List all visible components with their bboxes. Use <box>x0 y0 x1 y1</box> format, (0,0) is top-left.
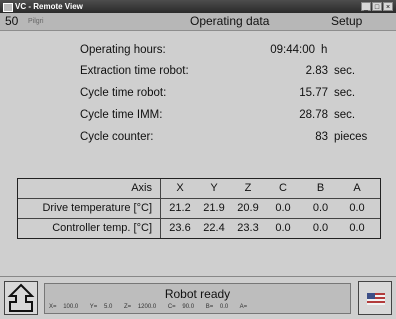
operating-hours-unit: h <box>321 44 328 56</box>
axis-header-a: A <box>353 182 361 194</box>
screen-number: 50 <box>5 14 19 28</box>
coord-z: Z= 1200.0 <box>123 304 157 310</box>
cycle-time-robot-unit: sec. <box>334 87 356 99</box>
coord-a: A= <box>239 304 248 310</box>
close-button[interactable]: × <box>383 2 393 11</box>
controller-temperature-label: Controller temp. [°C] <box>18 219 161 238</box>
window-controls: _ □ × <box>361 2 393 11</box>
axis-header-z: Z <box>244 182 252 194</box>
cycle-time-imm-value: 28.78 <box>299 109 328 121</box>
extraction-time-unit: sec. <box>334 65 356 77</box>
drive-temperature-z: 20.9 <box>237 202 259 214</box>
axis-header-x: X <box>176 182 184 194</box>
robot-status-panel: Robot ready X= 100.0 Y= 5.0 Z= 1200.0 C=… <box>44 283 351 314</box>
language-flag-icon <box>367 293 385 305</box>
operating-hours-label: Operating hours: <box>80 44 166 56</box>
screen-header: 50 Pilgri Operating data Setup <box>0 13 396 31</box>
axis-header-row: Axis X Y Z C B A <box>18 179 380 199</box>
maximize-button[interactable]: □ <box>372 2 382 11</box>
coord-b: B= 0.0 <box>205 304 229 310</box>
cycle-time-robot-label: Cycle time robot: <box>80 87 167 99</box>
app-icon <box>3 3 13 12</box>
home-button[interactable] <box>4 281 38 315</box>
operating-hours-row: Operating hours: 09:44:00 h <box>80 42 380 58</box>
status-footer: Robot ready X= 100.0 Y= 5.0 Z= 1200.0 C=… <box>0 276 396 319</box>
drive-temperature-a: 0.0 <box>349 202 365 214</box>
page-title: Operating data <box>190 14 270 28</box>
controller-temperature-row: Controller temp. [°C] 23.6 22.4 23.3 0.0… <box>18 219 380 239</box>
controller-temperature-x: 23.6 <box>169 222 191 234</box>
coordinate-readout: X= 100.0 Y= 5.0 Z= 1200.0 C= 90.0 B= 0.0… <box>49 303 262 311</box>
controller-temperature-y: 22.4 <box>203 222 225 234</box>
window-title: VC - Remote View <box>15 2 83 11</box>
coord-x: X= 100.0 <box>49 304 79 310</box>
title-bar: VC - Remote View _ □ × <box>0 0 396 13</box>
coord-c: C= 90.0 <box>167 304 195 310</box>
setup-button[interactable]: Setup <box>331 13 362 30</box>
drive-temperature-row: Drive temperature [°C] 21.2 21.9 20.9 0.… <box>18 199 380 219</box>
robot-status-text: Robot ready <box>164 287 231 301</box>
cycle-time-imm-row: Cycle time IMM: 28.78 sec. <box>80 107 380 123</box>
cycle-counter-label: Cycle counter: <box>80 131 154 143</box>
cycle-counter-unit: pieces <box>334 131 368 143</box>
drive-temperature-b: 0.0 <box>312 202 329 214</box>
controller-temperature-b: 0.0 <box>312 222 329 234</box>
extraction-time-row: Extraction time robot: 2.83 sec. <box>80 63 380 79</box>
cycle-time-imm-label: Cycle time IMM: <box>80 109 163 121</box>
axis-header-b: B <box>316 182 325 194</box>
drive-temperature-label: Drive temperature [°C] <box>18 199 161 218</box>
cycle-counter-row: Cycle counter: 83 pieces <box>80 129 380 145</box>
coord-y: Y= 5.0 <box>89 304 113 310</box>
axis-header-c: C <box>279 182 287 194</box>
axis-header-label: Axis <box>18 179 161 198</box>
extraction-time-value: 2.83 <box>305 65 328 77</box>
controller-temperature-c: 0.0 <box>275 222 291 234</box>
cycle-time-robot-row: Cycle time robot: 15.77 sec. <box>80 85 380 101</box>
axis-header-y: Y <box>210 182 218 194</box>
controller-temperature-a: 0.0 <box>349 222 365 234</box>
drive-temperature-c: 0.0 <box>275 202 291 214</box>
operating-hours-value: 09:44:00 <box>270 44 315 56</box>
main-content: Operating hours: 09:44:00 h Extraction t… <box>0 31 396 276</box>
extraction-time-label: Extraction time robot: <box>80 65 189 77</box>
cycle-time-imm-unit: sec. <box>334 109 356 121</box>
cycle-counter-value: 83 <box>315 131 328 143</box>
cycle-time-robot-value: 15.77 <box>299 87 328 99</box>
home-icon <box>7 283 35 312</box>
screen-sub-label: Pilgri <box>28 18 44 25</box>
axis-temperature-table: Axis X Y Z C B A Drive temperature [°C] … <box>17 178 381 239</box>
language-button[interactable] <box>358 281 392 315</box>
minimize-button[interactable]: _ <box>361 2 371 11</box>
drive-temperature-x: 21.2 <box>169 202 191 214</box>
drive-temperature-y: 21.9 <box>203 202 225 214</box>
controller-temperature-z: 23.3 <box>237 222 259 234</box>
